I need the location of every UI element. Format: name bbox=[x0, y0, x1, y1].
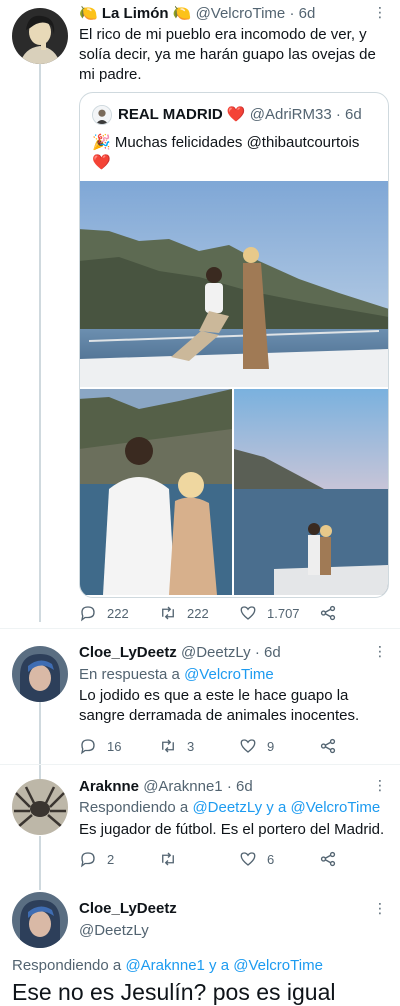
more-options-icon[interactable]: ⋮ bbox=[373, 643, 387, 660]
more-options-icon[interactable]: ⋮ bbox=[373, 900, 387, 917]
reply-button[interactable]: 222 bbox=[79, 604, 159, 622]
avatar[interactable] bbox=[12, 646, 68, 702]
quoted-tweet[interactable]: REAL MADRID ❤️ @AdriRM33 · 6d 🎉 Muchas f… bbox=[79, 92, 389, 598]
heart-icon bbox=[240, 739, 256, 753]
retweet-icon bbox=[162, 739, 174, 753]
quote-text: 🎉 Muchas felicidades @thibautcourtois ❤️ bbox=[92, 134, 360, 171]
retweet-button[interactable] bbox=[159, 850, 239, 868]
photo-couple-sunset[interactable] bbox=[234, 389, 389, 595]
reply-button[interactable]: 16 bbox=[79, 737, 159, 755]
reply-prefix: Respondiendo a bbox=[79, 799, 189, 816]
user-handle[interactable]: @AdriRM33 bbox=[250, 106, 332, 123]
heart-icon bbox=[240, 606, 256, 620]
tweet-text: Es jugador de fútbol. Es el portero del … bbox=[79, 821, 385, 838]
retweet-count: 222 bbox=[187, 605, 209, 621]
lemon-emoji: 🍋 bbox=[172, 5, 192, 22]
tweet-header: Cloe_LyDeetz bbox=[79, 900, 370, 918]
like-count: 6 bbox=[267, 851, 275, 867]
like-count: 9 bbox=[267, 738, 275, 754]
reply-prefix: En respuesta a bbox=[79, 666, 180, 683]
display-name[interactable]: REAL MADRID bbox=[118, 106, 223, 123]
user-handle[interactable]: @VelcroTime bbox=[196, 5, 286, 22]
photo-couple-hug[interactable] bbox=[79, 389, 232, 595]
reply-to-link[interactable]: @VelcroTime bbox=[184, 666, 274, 683]
share-icon bbox=[320, 605, 336, 621]
user-handle[interactable]: @DeetzLy bbox=[181, 644, 251, 661]
display-name[interactable]: Cloe_LyDeetz bbox=[79, 900, 177, 917]
tweet-text: Ese no es Jesulín? pos es igual bbox=[12, 979, 336, 1005]
tweet-header: Cloe_LyDeetz @DeetzLy · 6d bbox=[79, 644, 370, 662]
tweet-la-limon[interactable]: 🍋 La Limón 🍋 @VelcroTime · 6d ⋮ El rico … bbox=[0, 0, 400, 625]
tweet-header: Araknne @Araknne1 · 6d bbox=[79, 778, 370, 796]
quote-header: REAL MADRID ❤️ @AdriRM33 · 6d bbox=[118, 105, 362, 125]
reply-count: 16 bbox=[107, 738, 122, 754]
reply-icon bbox=[80, 852, 95, 868]
reply-to-link[interactable]: @Araknne1 y a @VelcroTime bbox=[125, 957, 322, 974]
heart-emoji: ❤️ bbox=[226, 106, 246, 123]
share-icon bbox=[320, 851, 336, 867]
retweet-count: 3 bbox=[187, 738, 195, 754]
like-button[interactable]: 6 bbox=[239, 850, 319, 868]
like-button[interactable]: 9 bbox=[239, 737, 319, 755]
reply-context: Respondiendo a @DeetzLy y a @VelcroTime bbox=[79, 798, 390, 817]
tweet-araknne-reply[interactable]: Araknne @Araknne1 · 6d ⋮ Respondiendo a … bbox=[0, 765, 400, 880]
reply-icon bbox=[80, 739, 95, 755]
tweet-actions: 2 6 bbox=[79, 848, 349, 870]
reply-to-link[interactable]: @DeetzLy y a @VelcroTime bbox=[192, 799, 380, 816]
display-name[interactable]: Cloe_LyDeetz bbox=[79, 644, 177, 661]
share-button[interactable] bbox=[319, 604, 337, 622]
share-icon bbox=[320, 738, 336, 754]
tweet-header-handle: @DeetzLy bbox=[79, 922, 370, 940]
tweet-actions: 222 222 1.707 bbox=[79, 602, 349, 624]
tweet-text: Lo jodido es que a este le hace guapo la… bbox=[79, 687, 360, 724]
display-name[interactable]: Araknne bbox=[79, 778, 139, 795]
reply-button[interactable]: 2 bbox=[79, 850, 159, 868]
heart-icon bbox=[240, 852, 256, 866]
reply-prefix: Respondiendo a bbox=[12, 957, 122, 974]
lemon-emoji: 🍋 bbox=[79, 5, 98, 22]
photo-proposal-boat[interactable] bbox=[79, 181, 389, 387]
retweet-icon bbox=[162, 852, 174, 866]
timestamp[interactable]: · 6d bbox=[289, 5, 315, 22]
display-name[interactable]: La Limón bbox=[102, 5, 169, 22]
timestamp[interactable]: · 6d bbox=[336, 106, 362, 123]
avatar[interactable] bbox=[12, 892, 68, 948]
reply-icon bbox=[80, 606, 95, 622]
avatar[interactable] bbox=[12, 779, 68, 835]
photo-grid bbox=[79, 181, 389, 597]
more-options-icon[interactable]: ⋮ bbox=[373, 4, 387, 21]
avatar bbox=[92, 105, 112, 125]
share-button[interactable] bbox=[319, 850, 337, 868]
divider bbox=[0, 628, 400, 629]
tweet-cloe-reply[interactable]: Cloe_LyDeetz @DeetzLy · 6d ⋮ En respuest… bbox=[0, 630, 400, 762]
reply-count: 222 bbox=[107, 605, 129, 621]
tweet-header: 🍋 La Limón 🍋 @VelcroTime · 6d bbox=[79, 5, 370, 23]
like-count: 1.707 bbox=[267, 605, 300, 621]
retweet-icon bbox=[162, 606, 174, 620]
avatar[interactable] bbox=[12, 8, 68, 64]
retweet-button[interactable]: 222 bbox=[159, 604, 239, 622]
timestamp[interactable]: · 6d bbox=[227, 778, 253, 795]
reply-context: En respuesta a @VelcroTime bbox=[79, 665, 390, 684]
more-options-icon[interactable]: ⋮ bbox=[373, 777, 387, 794]
reply-context: Respondiendo a @Araknne1 y a @VelcroTime bbox=[12, 957, 323, 974]
share-button[interactable] bbox=[319, 737, 337, 755]
tweet-actions: 16 3 9 bbox=[79, 735, 349, 757]
like-button[interactable]: 1.707 bbox=[239, 604, 319, 622]
user-handle[interactable]: @DeetzLy bbox=[79, 922, 149, 939]
reply-count: 2 bbox=[107, 851, 115, 867]
tweet-text: El rico de mi pueblo era incomodo de ver… bbox=[79, 26, 376, 83]
retweet-button[interactable]: 3 bbox=[159, 737, 239, 755]
user-handle[interactable]: @Araknne1 bbox=[143, 778, 222, 795]
timestamp[interactable]: · 6d bbox=[255, 644, 281, 661]
